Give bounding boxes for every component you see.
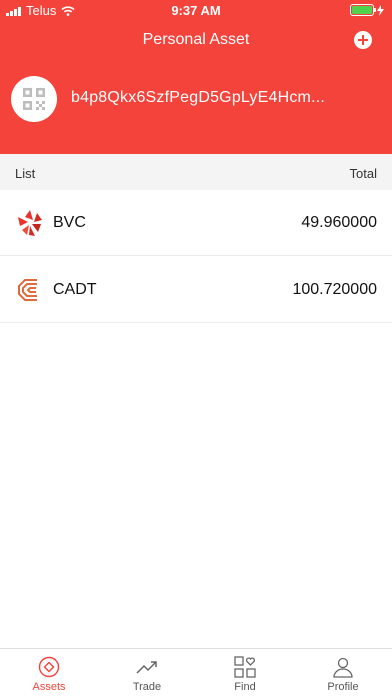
list-header: List Total (0, 154, 392, 190)
tab-trade[interactable]: Trade (98, 649, 196, 696)
grid-heart-icon (234, 656, 256, 678)
qr-code-icon (23, 88, 45, 110)
bvc-logo-icon (18, 210, 42, 236)
trend-icon (136, 661, 157, 674)
asset-name: BVC (53, 214, 86, 231)
asset-amount: 100.720000 (292, 281, 377, 298)
wallet-address[interactable]: b4p8Qkx6SzfPegD5GpLyE4Hcm... (71, 89, 325, 107)
status-bar: Telus 9:37 AM (0, 0, 392, 20)
list-header-label: List (15, 166, 36, 181)
status-right (350, 4, 384, 16)
battery-icon (350, 4, 376, 16)
total-header-label: Total (349, 166, 377, 181)
tab-label: Profile (327, 681, 359, 693)
tab-label: Find (234, 681, 256, 693)
tab-profile[interactable]: Profile (294, 649, 392, 696)
tab-label: Trade (132, 681, 162, 693)
assets-icon (38, 656, 60, 678)
page-title: Personal Asset (142, 31, 250, 48)
tab-label: Assets (32, 681, 66, 693)
add-button[interactable] (354, 31, 372, 49)
asset-name: CADT (53, 281, 97, 298)
tab-assets[interactable]: Assets (0, 649, 98, 696)
asset-row-bvc[interactable]: BVC 49.960000 (0, 190, 392, 256)
cadt-logo-icon (18, 279, 37, 301)
tab-find[interactable]: Find (196, 649, 294, 696)
qr-code-button[interactable] (11, 76, 57, 122)
asset-amount: 49.960000 (301, 214, 377, 231)
asset-row-cadt[interactable]: CADT 100.720000 (0, 257, 392, 323)
tab-bar: Assets Trade Find Profile (0, 648, 392, 696)
header: Telus 9:37 AM Personal Asset b4p8Qkx6Szf… (0, 0, 392, 154)
charging-icon (377, 4, 384, 16)
status-time: 9:37 AM (171, 3, 221, 18)
person-icon (333, 657, 353, 678)
